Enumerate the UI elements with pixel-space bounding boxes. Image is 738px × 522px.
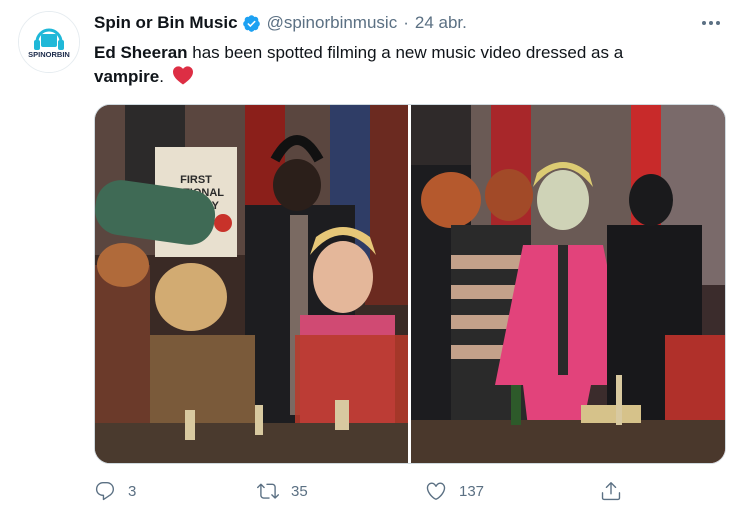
photo-left-image: FIRST NATIONAL BAKERY (95, 105, 408, 463)
spin-or-bin-logo: SPINORBIN (19, 12, 79, 72)
retweet-count: 35 (291, 482, 308, 500)
reply-icon (95, 482, 115, 501)
header-separator: · (403, 13, 409, 32)
reply-button[interactable]: 3 (94, 476, 136, 506)
author-name[interactable]: Spin or Bin Music (94, 13, 238, 33)
tweet-date[interactable]: 24 abr. (415, 13, 467, 33)
tweet-header: Spin or Bin Music @spinorbinmusic · 24 a… (94, 12, 467, 34)
sign-text-1: FIRST (180, 174, 212, 186)
text-period: . (159, 67, 164, 86)
more-icon[interactable] (698, 10, 724, 36)
share-icon (601, 482, 621, 501)
like-icon (426, 482, 446, 500)
author-avatar[interactable]: SPINORBIN (18, 11, 80, 73)
like-count: 137 (459, 482, 485, 500)
avatar-logo-text: SPINORBIN (28, 50, 70, 59)
photo-right-image (411, 105, 725, 463)
photo-right[interactable] (411, 105, 725, 463)
tweet-actions: 3 35 137 (94, 476, 724, 506)
share-button[interactable] (600, 476, 622, 506)
tweet-media[interactable]: FIRST NATIONAL BAKERY (94, 104, 726, 464)
retweet-button[interactable]: 35 (257, 476, 308, 506)
tweet[interactable]: SPINORBIN Spin or Bin Music @spinorbinmu… (0, 0, 738, 522)
text-bold-word: vampire (94, 67, 160, 86)
text-body: has been spotted filming a new music vid… (187, 43, 624, 62)
verified-badge-icon (242, 14, 260, 32)
tweet-text: Ed Sheeran has been spotted filming a ne… (94, 41, 714, 89)
author-handle[interactable]: @spinorbinmusic (267, 13, 398, 33)
text-bold-name[interactable]: Ed Sheeran (94, 43, 188, 62)
photo-left[interactable]: FIRST NATIONAL BAKERY (95, 105, 408, 463)
retweet-icon (257, 483, 279, 499)
reply-count: 3 (128, 482, 137, 500)
heart-emoji-icon (172, 66, 193, 85)
like-button[interactable]: 137 (425, 476, 484, 506)
